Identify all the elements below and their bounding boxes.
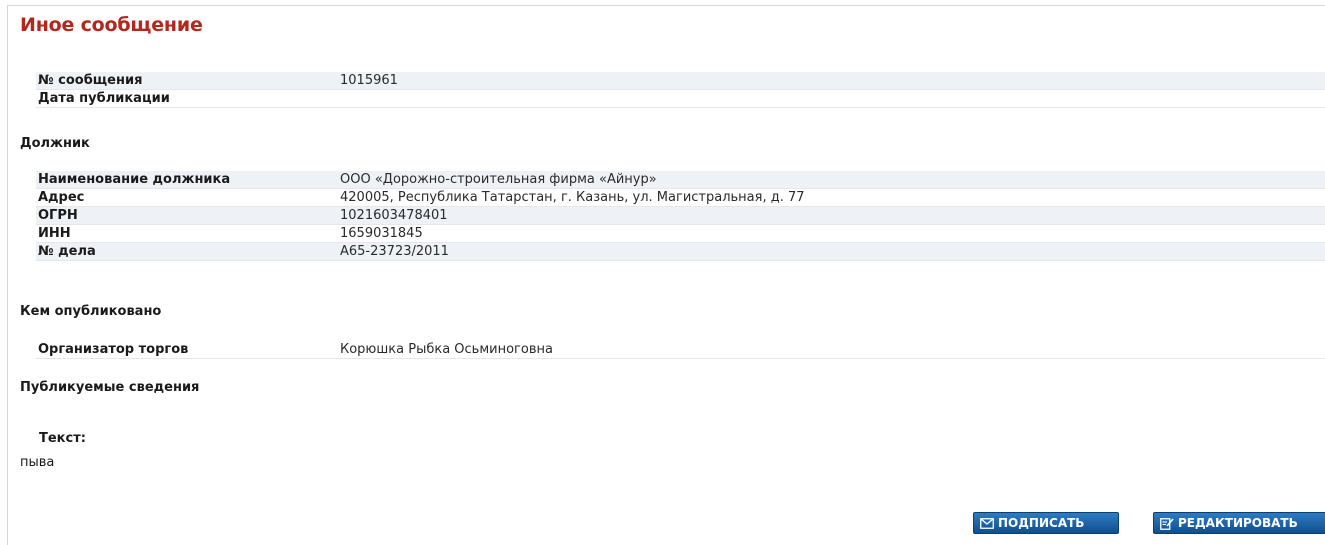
case-number-label: № дела <box>36 242 338 261</box>
case-number-value: А65-23723/2011 <box>338 242 1325 261</box>
table-row: Дата публикации <box>36 89 1325 108</box>
table-row: Наименование должника ООО «Дорожно-строи… <box>36 171 1325 189</box>
publisher-heading: Кем опубликовано <box>20 304 162 319</box>
sign-button-label: ПОДПИСАТЬ <box>998 516 1085 530</box>
debtor-name-label: Наименование должника <box>36 171 338 189</box>
organizer-value: Корюшка Рыбка Осьминоговна <box>338 341 1325 359</box>
address-label: Адрес <box>36 188 338 207</box>
organizer-label: Организатор торгов <box>36 341 338 359</box>
publication-date-value <box>338 89 1325 108</box>
envelope-icon <box>980 517 994 529</box>
table-row: № сообщения 1015961 <box>36 72 1325 90</box>
debtor-heading: Должник <box>20 136 90 151</box>
inn-label: ИНН <box>36 224 338 243</box>
message-number-label: № сообщения <box>36 72 338 90</box>
published-info-heading: Публикуемые сведения <box>20 380 200 395</box>
page-title: Иное сообщение <box>20 14 203 36</box>
publisher-info-table: Организатор торгов Корюшка Рыбка Осьмино… <box>36 341 1325 359</box>
address-value: 420005, Республика Татарстан, г. Казань,… <box>338 188 1325 207</box>
table-row: ИНН 1659031845 <box>36 224 1325 243</box>
ogrn-value: 1021603478401 <box>338 206 1325 225</box>
text-field-value: пыва <box>20 455 55 470</box>
sign-button[interactable]: ПОДПИСАТЬ <box>973 512 1119 534</box>
edit-document-icon <box>1160 517 1174 530</box>
inn-value: 1659031845 <box>338 224 1325 243</box>
message-number-value: 1015961 <box>338 72 1325 90</box>
debtor-name-value: ООО «Дорожно-строительная фирма «Айнур» <box>338 171 1325 189</box>
table-row: Адрес 420005, Республика Татарстан, г. К… <box>36 188 1325 207</box>
text-field-label: Текст: <box>39 431 86 446</box>
ogrn-label: ОГРН <box>36 206 338 225</box>
message-info-table: № сообщения 1015961 Дата публикации <box>36 72 1325 108</box>
publication-date-label: Дата публикации <box>36 89 338 108</box>
edit-button[interactable]: РЕДАКТИРОВАТЬ <box>1153 512 1325 534</box>
table-row: ОГРН 1021603478401 <box>36 206 1325 225</box>
table-row: № дела А65-23723/2011 <box>36 242 1325 261</box>
debtor-info-table: Наименование должника ООО «Дорожно-строи… <box>36 171 1325 261</box>
edit-button-label: РЕДАКТИРОВАТЬ <box>1178 516 1298 530</box>
table-row: Организатор торгов Корюшка Рыбка Осьмино… <box>36 341 1325 359</box>
